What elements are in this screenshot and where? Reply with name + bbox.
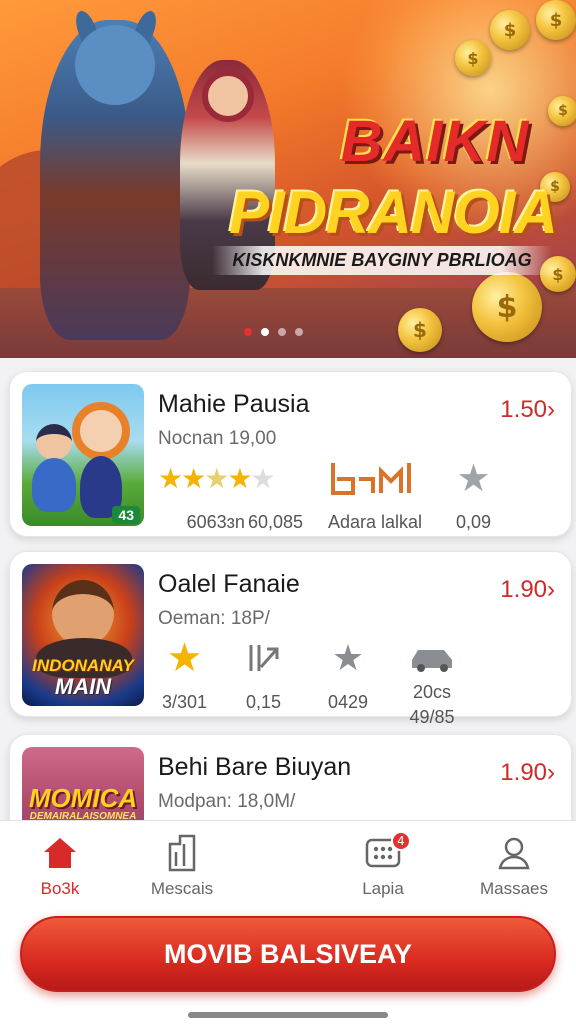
stat-value: 6063ɜn — [186, 512, 245, 532]
game-title: Mahie Pausia — [158, 390, 310, 418]
gray-star-icon: ★ — [331, 637, 365, 679]
home-indicator[interactable] — [188, 1012, 388, 1018]
thumbnail-text: INDONANAY — [32, 656, 134, 675]
gray-star-icon: ★ — [456, 456, 491, 500]
gold-coin-icon: $ — [472, 272, 542, 342]
nav-item-massaes[interactable]: Massaes — [454, 831, 574, 899]
stat-rating-2: 60,085 — [248, 458, 303, 533]
carousel-dot[interactable] — [295, 328, 303, 336]
stat-top-label: 20cs — [412, 682, 452, 702]
carousel-dot[interactable] — [278, 328, 286, 336]
game-thumbnail[interactable]: 43 — [22, 384, 144, 526]
carousel-dots[interactable] — [244, 328, 303, 336]
game-thumbnail[interactable]: INDONANAY MAIN — [22, 564, 144, 706]
stat-logo: Adara lalkal — [328, 458, 422, 533]
nav-label: Lapia — [362, 879, 404, 898]
nav-label: Mescais — [150, 879, 214, 898]
thumbnail-text: MOMICA — [28, 783, 138, 813]
carousel-dot[interactable] — [244, 328, 252, 336]
banner-title-line2: PIDRANOIA — [229, 179, 558, 246]
game-price[interactable]: 1.90› — [500, 576, 555, 604]
gold-star-icon: ★ — [166, 635, 203, 681]
user-icon — [497, 831, 531, 875]
stat-gray-star: ★ 0429 — [328, 638, 368, 713]
stat-value: 0,15 — [246, 692, 282, 712]
stat-value: 0,09 — [456, 512, 492, 532]
nav-item-mescais[interactable]: Mescais — [122, 831, 242, 899]
stat-gray-star: ★ 0,09 — [456, 456, 492, 533]
dice-icon: 4 — [365, 831, 411, 875]
stat-value: 3/301 — [162, 692, 208, 712]
game-meta: Oeman: 18P/ — [158, 608, 270, 629]
stat-arrow: 0,15 — [246, 638, 281, 713]
arrow-chart-icon — [247, 638, 281, 678]
gold-coin-icon: $ — [398, 308, 442, 352]
notification-badge: 4 — [391, 831, 411, 851]
nav-label: Massaes — [479, 879, 549, 898]
banner-title-line1: BAIKN — [340, 109, 530, 174]
nav-item-home[interactable]: Bo3k — [0, 831, 120, 899]
car-icon — [408, 638, 456, 678]
stat-gold-star: ★ 3/301 — [162, 635, 208, 713]
game-title: Oalel Fanaie — [158, 570, 300, 598]
game-price[interactable]: 1.90› — [500, 759, 555, 787]
stat-value: 60,085 — [248, 512, 304, 532]
game-title: Behi Bare Biuyan — [158, 753, 352, 781]
game-meta: Nocnan 19,00 — [158, 428, 277, 449]
chart-logo-icon — [329, 458, 421, 498]
stat-value: 0429 — [328, 692, 369, 712]
gold-coin-icon: $ — [455, 40, 491, 76]
home-icon — [42, 831, 78, 875]
hero-banner[interactable]: $ $ $ $ $ $ $ $ BAIKN PIDRANOIA KISKNKMN… — [0, 0, 576, 358]
thumbnail-text: MAIN — [54, 674, 112, 699]
stat-car: 20cs 49/85 — [408, 638, 456, 728]
stat-value: 49/85 — [409, 707, 455, 727]
primary-cta-button[interactable]: MOVIB BALSIVEAY — [20, 916, 556, 992]
beast-warrior-character — [40, 8, 190, 340]
banner-subtitle: KISKNKMNIE BAYGINY PBRLIOAG — [212, 246, 552, 275]
gold-coin-icon: $ — [490, 10, 530, 50]
game-meta: Modpan: 18,0M/ — [158, 791, 296, 812]
stat-value: Adara lalkal — [328, 512, 423, 532]
game-card[interactable]: 43 Mahie Pausia Nocnan 19,00 1.50› ★★ ★ ★ ★… — [9, 371, 572, 537]
thumbnail-badge: 43 — [112, 506, 140, 524]
nav-item-lapia[interactable]: 4 Lapia — [323, 831, 443, 899]
building-icon — [166, 831, 198, 875]
nav-label: Bo3k — [40, 879, 80, 898]
gold-coin-icon: $ — [536, 0, 576, 40]
carousel-dot-active[interactable] — [261, 328, 269, 336]
game-price[interactable]: 1.50› — [500, 396, 555, 424]
game-card[interactable]: INDONANAY MAIN Oalel Fanaie Oeman: 18P/ … — [9, 551, 572, 727]
